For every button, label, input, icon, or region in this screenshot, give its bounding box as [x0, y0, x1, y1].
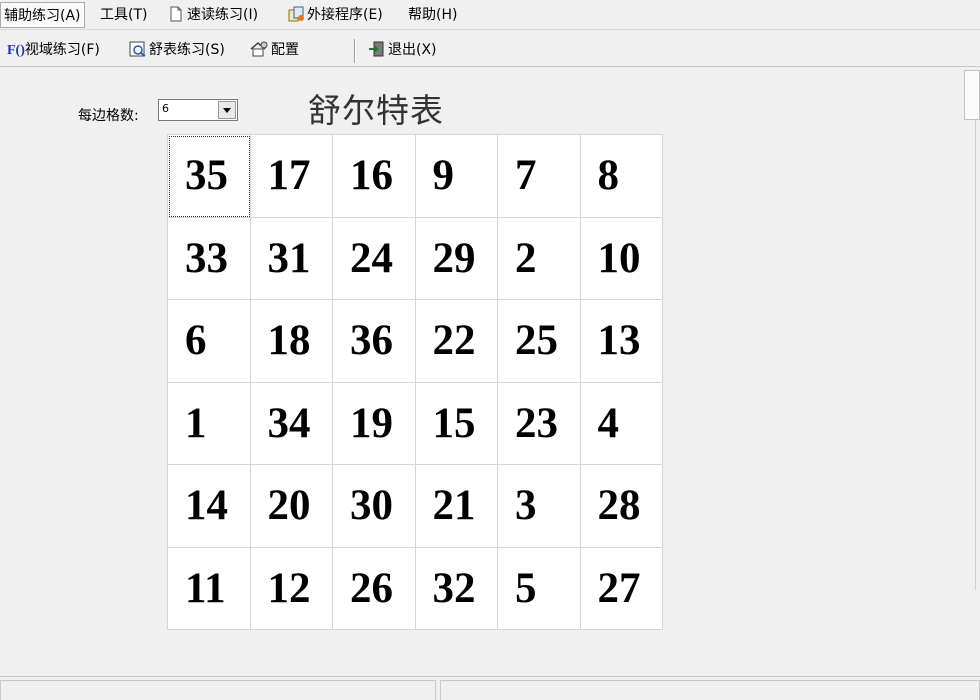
grid-cell[interactable]: 13	[580, 300, 663, 383]
grid-cell[interactable]: 9	[415, 135, 498, 218]
visual-field-practice-button[interactable]: F()视域练习(F)	[7, 39, 100, 61]
grid-cell[interactable]: 14	[168, 465, 251, 548]
cells-per-side-value: 6	[162, 102, 169, 115]
grid-cell[interactable]: 18	[250, 300, 333, 383]
document-icon	[168, 5, 184, 22]
visual-field-practice-label: 视域练习(F)	[24, 42, 100, 58]
menu-aux-practice-label: 辅助练习(A)	[4, 8, 81, 24]
cells-per-side-label: 每边格数:	[78, 108, 139, 124]
menu-help-label: 帮助(H)	[408, 7, 458, 23]
status-bar	[0, 676, 980, 700]
grid-cell[interactable]: 10	[580, 217, 663, 300]
scrollbar-thumb[interactable]	[964, 70, 980, 120]
grid-cell[interactable]: 11	[168, 547, 251, 630]
cells-per-side-select[interactable]: 6	[158, 99, 238, 121]
grid-cell[interactable]: 28	[580, 465, 663, 548]
menu-help[interactable]: 帮助(H)	[408, 2, 457, 28]
grid-cell[interactable]: 25	[498, 300, 581, 383]
grid-cell[interactable]: 34	[250, 382, 333, 465]
grid-cell[interactable]: 30	[333, 465, 416, 548]
menu-plugins-label: 外接程序(E)	[307, 7, 383, 23]
grid-cell[interactable]: 4	[580, 382, 663, 465]
house-gear-icon	[249, 41, 269, 64]
plugin-icon	[288, 5, 304, 22]
grid-cell[interactable]: 31	[250, 217, 333, 300]
grid-cell[interactable]: 29	[415, 217, 498, 300]
grid-cell[interactable]: 6	[168, 300, 251, 383]
grid-cell[interactable]: 5	[498, 547, 581, 630]
schulte-grid: 35 17 16 9 7 8 33 31 24 29 2 10 6 18 36 22 25 13 1 34 19 15 23…	[167, 134, 663, 630]
menu-speed-reading-label: 速读练习(I)	[187, 7, 259, 23]
grid-cell[interactable]: 8	[580, 135, 663, 218]
config-button[interactable]: 配置	[249, 39, 299, 61]
grid-cell[interactable]: 27	[580, 547, 663, 630]
grid-cell[interactable]: 24	[333, 217, 416, 300]
grid-cell[interactable]: 17	[250, 135, 333, 218]
chevron-down-icon[interactable]	[218, 101, 236, 119]
grid-cell[interactable]: 7	[498, 135, 581, 218]
status-pane-right	[440, 680, 980, 700]
menu-plugins[interactable]: 外接程序(E)	[288, 2, 383, 28]
page-title: 舒尔特表	[308, 91, 444, 130]
grid-cell[interactable]: 22	[415, 300, 498, 383]
grid-cell[interactable]: 20	[250, 465, 333, 548]
grid-cell[interactable]: 21	[415, 465, 498, 548]
schulte-practice-label: 舒表练习(S)	[149, 42, 225, 58]
exit-button[interactable]: 退出(X)	[368, 39, 437, 61]
panel-divider	[975, 120, 980, 590]
menu-tools-label: 工具(T)	[100, 7, 148, 23]
menu-aux-practice[interactable]: 辅助练习(A)	[0, 2, 85, 28]
menu-tools[interactable]: 工具(T)	[100, 2, 147, 28]
schulte-practice-button[interactable]: 舒表练习(S)	[129, 39, 225, 61]
status-pane-left	[0, 680, 436, 700]
grid-cell[interactable]: 12	[250, 547, 333, 630]
grid-cell[interactable]: 2	[498, 217, 581, 300]
exit-label: 退出(X)	[388, 42, 437, 58]
grid-cell[interactable]: 33	[168, 217, 251, 300]
grid-cell[interactable]: 16	[333, 135, 416, 218]
config-label: 配置	[271, 42, 299, 58]
grid-cell[interactable]: 32	[415, 547, 498, 630]
grid-cell[interactable]: 26	[333, 547, 416, 630]
toolbar: F()视域练习(F) 舒表练习(S) 配置 退出(X)	[0, 31, 980, 67]
grid-cell[interactable]: 3	[498, 465, 581, 548]
exit-door-icon	[368, 41, 386, 64]
magnifier-doc-icon	[129, 41, 147, 64]
grid-cell[interactable]: 36	[333, 300, 416, 383]
grid-cell[interactable]: 15	[415, 382, 498, 465]
grid-cell[interactable]: 19	[333, 382, 416, 465]
menu-speed-reading[interactable]: 速读练习(I)	[168, 2, 258, 28]
grid-cell[interactable]: 23	[498, 382, 581, 465]
menu-bar: 辅助练习(A) 工具(T) 速读练习(I) 外接程序(E) 帮助(H)	[0, 0, 980, 30]
toolbar-separator	[354, 39, 356, 63]
grid-cell[interactable]: 35	[168, 135, 251, 218]
grid-cell[interactable]: 1	[168, 382, 251, 465]
function-icon: F()	[7, 43, 25, 58]
